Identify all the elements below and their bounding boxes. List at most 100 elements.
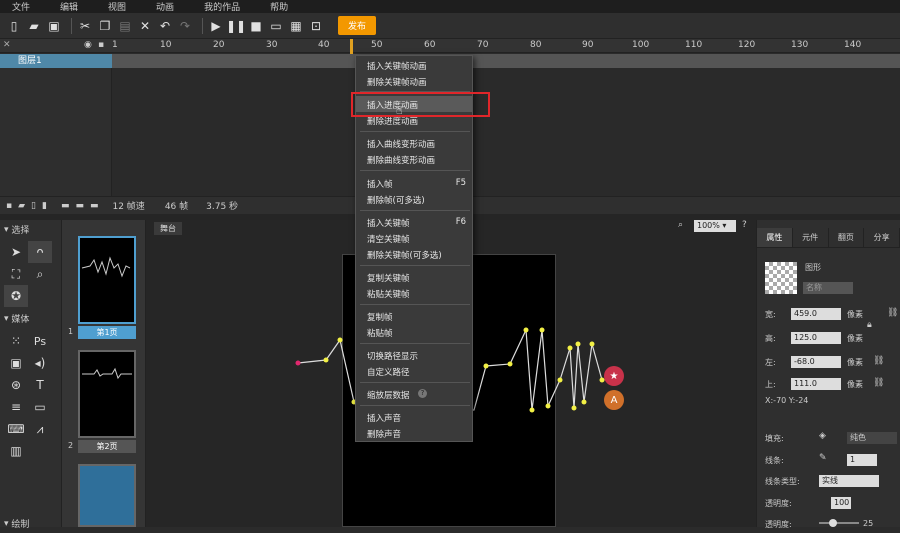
layer-options-icon[interactable]: ▮: [42, 201, 47, 211]
redo-icon[interactable]: ↷: [177, 18, 193, 34]
paragraph-icon[interactable]: ≡: [4, 396, 28, 418]
eye-icon[interactable]: ◉: [84, 40, 92, 50]
qrcode-icon[interactable]: ▦: [288, 18, 304, 34]
favorite-star-icon[interactable]: ★: [604, 366, 624, 386]
text-icon[interactable]: T: [28, 374, 52, 396]
opacity-slider[interactable]: [819, 519, 859, 527]
frame-ruler[interactable]: 1 10 20 30 40 50 60 70 80 90 100 110 120…: [112, 39, 900, 53]
height-input[interactable]: 125.0: [791, 332, 841, 344]
star-frame-icon[interactable]: ✪: [4, 285, 28, 307]
barcode-icon[interactable]: ▥: [4, 440, 28, 462]
new-folder-icon[interactable]: ▰: [18, 201, 25, 211]
menu-item-scale-layer-data[interactable]: 缩放层数据: [367, 389, 410, 401]
preview-icon[interactable]: ▭: [268, 18, 284, 34]
name-input[interactable]: 名称: [803, 282, 853, 294]
menu-item-delete-curve-anim[interactable]: 删除曲线变形动画: [367, 154, 435, 166]
page-label[interactable]: 第1页: [78, 326, 136, 339]
slider-thumb[interactable]: [829, 519, 837, 527]
code-icon[interactable]: ⌨: [4, 418, 28, 440]
photoshop-icon[interactable]: Ps: [28, 330, 52, 352]
menu-item-insert-keyframe[interactable]: 插入关键帧: [367, 217, 410, 229]
menu-view[interactable]: 视图: [108, 0, 126, 13]
tab-share[interactable]: 分享: [864, 228, 900, 247]
close-icon[interactable]: ✕: [3, 40, 11, 50]
pause-icon[interactable]: ❚❚: [226, 18, 246, 34]
page-label[interactable]: 第2页: [78, 440, 136, 453]
left-input[interactable]: -68.0: [791, 356, 841, 368]
menu-item-delete-sound[interactable]: 删除声音: [367, 428, 401, 440]
widget-icon[interactable]: ⊛: [4, 374, 28, 396]
menu-item-copy-keyframe[interactable]: 复制关键帧: [367, 272, 410, 284]
frame-view-icon[interactable]: ▬: [75, 201, 84, 211]
menu-help[interactable]: 帮助: [270, 0, 288, 13]
layer-row[interactable]: 图层1: [0, 54, 112, 68]
tools-section-draw[interactable]: ▾ 绘制: [0, 514, 33, 533]
layer-frames[interactable]: [112, 54, 900, 68]
timeline-frames-area[interactable]: [112, 68, 900, 196]
new-file-icon[interactable]: ▯: [6, 18, 22, 34]
menu-edit[interactable]: 编辑: [60, 0, 78, 13]
frame-view-icon[interactable]: ▬: [90, 201, 99, 211]
publish-button[interactable]: 发布: [338, 16, 377, 35]
add-text-icon[interactable]: A: [604, 390, 624, 410]
lock-icon[interactable]: ▪: [98, 40, 104, 50]
menu-animation[interactable]: 动画: [156, 0, 174, 13]
image-icon[interactable]: ▣: [4, 352, 28, 374]
node-select-icon[interactable]: ᴖ: [28, 241, 52, 263]
menu-item-insert-keyframe-anim[interactable]: 插入关键帧动画: [367, 60, 427, 72]
menu-item-delete-keyframe-anim[interactable]: 删除关键帧动画: [367, 76, 427, 88]
fill-bucket-icon[interactable]: ◈: [819, 431, 826, 441]
sound-icon[interactable]: ◂): [28, 352, 52, 374]
link-icon[interactable]: ⛓: [873, 356, 884, 366]
menu-item-delete-frames[interactable]: 删除帧(可多选): [367, 194, 425, 206]
page-thumbnail[interactable]: [78, 236, 136, 324]
chart-icon[interactable]: ⩘: [28, 418, 52, 440]
arrow-select-icon[interactable]: ➤: [4, 241, 28, 263]
page-thumbnail[interactable]: [78, 350, 136, 438]
paste-icon[interactable]: ▤: [117, 18, 133, 34]
frame-view-icon[interactable]: ▬: [61, 201, 70, 211]
tab-symbols[interactable]: 元件: [793, 228, 829, 247]
width-input[interactable]: 459.0: [791, 308, 841, 320]
fill-type-select[interactable]: 纯色: [847, 432, 897, 444]
menu-item-paste-keyframe[interactable]: 粘贴关键帧: [367, 288, 410, 300]
link-icon[interactable]: ⛓: [887, 308, 898, 318]
export-icon[interactable]: ⊡: [308, 18, 324, 34]
menu-item-custom-path[interactable]: 自定义路径: [367, 366, 410, 378]
stroke-type-select[interactable]: 实线: [819, 475, 879, 487]
lock-icon[interactable]: 🔒︎: [867, 320, 872, 330]
menu-item-insert-sound[interactable]: 插入声音: [367, 412, 401, 424]
opacity-input[interactable]: 100: [831, 497, 851, 509]
transform-icon[interactable]: ⛶: [4, 263, 28, 285]
top-input[interactable]: 111.0: [791, 378, 841, 390]
save-icon[interactable]: ▣: [46, 18, 62, 34]
menu-item-insert-frame[interactable]: 插入帧: [367, 178, 393, 190]
tools-section-media[interactable]: ▾ 媒体: [0, 309, 61, 328]
cut-icon[interactable]: ✂: [77, 18, 93, 34]
copy-icon[interactable]: ❐: [97, 18, 113, 34]
tab-page-turn[interactable]: 翻页: [829, 228, 865, 247]
delete-layer-icon[interactable]: ▯: [31, 201, 36, 211]
help-icon[interactable]: ?: [418, 389, 427, 398]
menu-my-works[interactable]: 我的作品: [204, 0, 240, 13]
menu-item-clear-keyframe[interactable]: 清空关键帧: [367, 233, 410, 245]
undo-icon[interactable]: ↶: [157, 18, 173, 34]
page-thumbnail[interactable]: [78, 464, 136, 527]
delete-icon[interactable]: ✕: [137, 18, 153, 34]
tools-section-select[interactable]: ▾ 选择: [0, 220, 61, 239]
zoom-icon[interactable]: ⌕: [28, 263, 52, 285]
menu-file[interactable]: 文件: [12, 0, 30, 13]
tab-properties[interactable]: 属性: [757, 228, 793, 247]
screen-icon[interactable]: ▭: [28, 396, 52, 418]
menu-item-insert-curve-anim[interactable]: 插入曲线变形动画: [367, 138, 435, 150]
stop-icon[interactable]: ■: [248, 18, 264, 34]
menu-item-toggle-path[interactable]: 切换路径显示: [367, 350, 418, 362]
menu-item-delete-keyframes[interactable]: 删除关键帧(可多选): [367, 249, 442, 261]
play-icon[interactable]: ▶: [208, 18, 224, 34]
grid-icon[interactable]: ⁙: [4, 330, 28, 352]
open-file-icon[interactable]: ▰: [26, 18, 42, 34]
link-icon[interactable]: ⛓: [873, 378, 884, 388]
menu-item-copy-frame[interactable]: 复制帧: [367, 311, 393, 323]
pen-icon[interactable]: ✎: [819, 453, 827, 463]
stroke-width-input[interactable]: 1: [847, 454, 877, 466]
